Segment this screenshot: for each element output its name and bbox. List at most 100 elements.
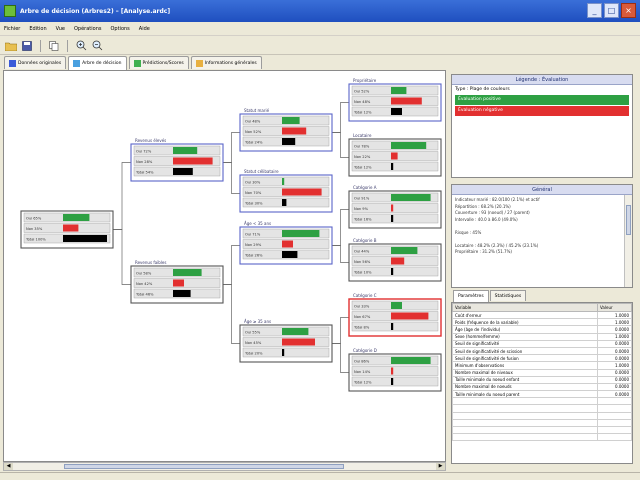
table-row[interactable]: Coût d'erreur 1.0000 bbox=[452, 310, 632, 320]
node-label: Âge ≥ 35 ans bbox=[244, 319, 271, 324]
node-row-text: Non 56% bbox=[354, 260, 371, 264]
minimize-button[interactable]: _ bbox=[587, 3, 602, 18]
zoom-in-icon[interactable] bbox=[74, 39, 88, 53]
node-row-text: Oui 86% bbox=[354, 359, 370, 363]
column-header-value[interactable]: Valeur bbox=[597, 303, 632, 312]
legend-positive[interactable]: Évaluation positive bbox=[455, 95, 629, 105]
node-row-text: Oui 72% bbox=[136, 149, 152, 153]
table-row[interactable]: Nombre maximal de niveaux 0.0000 bbox=[452, 368, 632, 377]
node-bar bbox=[282, 338, 315, 346]
param-name: Minimum d'observations bbox=[452, 361, 598, 370]
table-row[interactable]: Poids (fréquence de la variable) 1.0000 bbox=[452, 318, 632, 327]
open-folder-icon[interactable] bbox=[4, 39, 18, 53]
empty-cell bbox=[597, 404, 632, 413]
table-row[interactable]: Seuil de significativité de fusion 0.0000 bbox=[452, 354, 632, 363]
table-row[interactable]: Seuil de significativité 0.0000 bbox=[452, 339, 632, 348]
node-row-text: Non 48% bbox=[354, 100, 371, 104]
tree-edge bbox=[332, 209, 349, 246]
horizontal-scrollbar[interactable]: ◀ ▶ bbox=[3, 462, 446, 471]
node-bar bbox=[391, 257, 405, 265]
tab-predictions[interactable]: Prédictions/Scores bbox=[128, 56, 189, 69]
scroll-thumb[interactable] bbox=[626, 205, 631, 235]
node-bar bbox=[391, 215, 394, 222]
close-button[interactable]: × bbox=[621, 3, 636, 18]
node-row-text: Total 24% bbox=[244, 140, 263, 144]
tree-edge bbox=[223, 132, 240, 163]
maximize-button[interactable]: □ bbox=[604, 3, 619, 18]
grid-icon bbox=[9, 59, 16, 67]
node-row-text: Oui 52% bbox=[354, 89, 370, 93]
menu-options[interactable]: Options bbox=[110, 26, 129, 32]
table-row[interactable]: Âge (âge de l'individu) 0.0000 bbox=[452, 325, 632, 334]
tab-label: Prédictions/Scores bbox=[142, 60, 184, 66]
table-row[interactable]: Taille minimale du noeud parent 0.0000 bbox=[452, 390, 632, 399]
empty-cell bbox=[452, 404, 598, 413]
save-icon[interactable] bbox=[20, 39, 34, 53]
param-value: 0.0000 bbox=[597, 354, 632, 363]
node-bar bbox=[173, 157, 213, 165]
node-bar bbox=[391, 108, 402, 115]
info-icon bbox=[195, 59, 203, 67]
param-value: 0.0000 bbox=[597, 325, 632, 334]
node-bar bbox=[173, 290, 191, 297]
menu-file[interactable]: Fichier bbox=[4, 26, 20, 32]
node-label: Âge < 35 ans bbox=[244, 221, 271, 226]
scroll-left-icon[interactable]: ◀ bbox=[4, 463, 13, 470]
node-row-text: Total 46% bbox=[135, 292, 154, 296]
table-row-empty bbox=[452, 397, 632, 406]
param-name: Âge (âge de l'individu) bbox=[452, 325, 598, 334]
node-row-text: Non 45% bbox=[245, 341, 262, 345]
node-row-text: Non 29% bbox=[245, 243, 262, 247]
node-bar bbox=[391, 152, 398, 160]
column-header-variable[interactable]: Variable bbox=[452, 303, 598, 312]
scroll-thumb[interactable] bbox=[64, 464, 344, 469]
node-row-text: Oui 91% bbox=[354, 196, 370, 200]
param-name: Seuil de significativité de scission bbox=[452, 346, 598, 356]
description-title: Général bbox=[452, 185, 632, 195]
node-row-text: Oui 71% bbox=[245, 232, 261, 236]
node-bar bbox=[282, 240, 293, 248]
table-row[interactable]: Sexe (homme/femme) 1.0000 bbox=[452, 332, 632, 341]
node-row-text: Total 26% bbox=[244, 253, 263, 257]
node-label: Statut marié bbox=[244, 108, 270, 113]
parameters-panel: Variable Valeur Coût d'erreur 1.0000 Poids… bbox=[451, 302, 633, 464]
table-row[interactable]: Nombre maximal de noeuds 0.0000 bbox=[452, 382, 632, 392]
empty-cell bbox=[452, 425, 598, 435]
node-bar bbox=[173, 147, 198, 154]
node-bar bbox=[282, 188, 322, 196]
empty-cell bbox=[597, 425, 632, 435]
node-bar bbox=[282, 178, 285, 185]
description-scrollbar[interactable] bbox=[624, 195, 632, 287]
tab-parameters[interactable]: Paramètres bbox=[453, 290, 489, 302]
tab-decision-tree[interactable]: Arbre de décision bbox=[68, 56, 127, 70]
node-row-text: Total 12% bbox=[353, 380, 372, 384]
table-row[interactable]: Taille minimale du noeud enfant 0.0000 bbox=[452, 375, 632, 384]
tab-label: Informations générales bbox=[204, 60, 257, 66]
tab-statistics[interactable]: Statistiques bbox=[489, 290, 527, 301]
node-label: Catégorie D bbox=[353, 348, 377, 353]
scroll-right-icon[interactable]: ▶ bbox=[436, 463, 445, 470]
node-bar bbox=[173, 279, 184, 287]
table-row[interactable]: Minimum d'observations 1.0000 bbox=[452, 361, 632, 370]
menu-help[interactable]: Aide bbox=[139, 26, 150, 32]
copy-icon[interactable] bbox=[47, 39, 61, 53]
node-label: Catégorie C bbox=[353, 293, 377, 298]
node-row-text: Total 54% bbox=[135, 170, 154, 174]
legend-negative[interactable]: Évaluation négative bbox=[455, 106, 629, 116]
parameters-table: Variable Valeur Coût d'erreur 1.0000 Poids… bbox=[452, 303, 632, 442]
node-bar bbox=[282, 349, 285, 356]
table-row[interactable]: Seuil de significativité de scission 0.00… bbox=[452, 346, 632, 356]
tab-general-info[interactable]: Informations générales bbox=[190, 56, 262, 69]
zoom-out-icon[interactable] bbox=[90, 39, 104, 53]
window-controls: _ □ × bbox=[587, 3, 636, 18]
table-row-empty bbox=[452, 418, 632, 428]
tree-edge bbox=[223, 162, 240, 194]
node-row-text: Total 100% bbox=[25, 237, 46, 241]
menu-operations[interactable]: Opérations bbox=[74, 26, 102, 32]
node-row-text: Non 67% bbox=[354, 315, 371, 319]
param-value: 1.0000 bbox=[597, 318, 632, 327]
menu-view[interactable]: Vue bbox=[56, 26, 65, 32]
tree-canvas[interactable]: Oui 65% Non 35% Total 100% Revenus élevés Ou… bbox=[3, 70, 446, 462]
menu-edit[interactable]: Edition bbox=[29, 26, 46, 32]
tab-original-data[interactable]: Données originales bbox=[4, 56, 67, 69]
